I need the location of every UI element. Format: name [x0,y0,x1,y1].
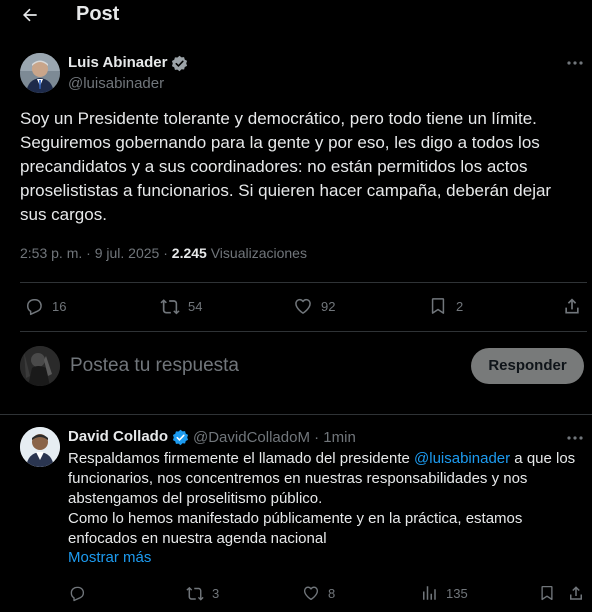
views-icon [423,586,436,600]
meta-separator: · [86,245,91,261]
share-button[interactable] [562,296,582,316]
verified-badge-icon [171,55,188,72]
reply-text-part: Respaldamos firmemente el llamado del pr… [68,450,415,467]
reply-count: 16 [52,298,67,314]
reply-icon [70,586,85,602]
show-more-link[interactable]: Mostrar más [68,549,151,566]
share-icon [565,298,579,314]
post-text: Soy un Presidente tolerante y democrátic… [20,109,552,224]
bookmark-count: 2 [456,298,464,314]
reply-action-bar: 3 8 135 [0,582,592,604]
reply-text-part: Como lo hemos manifestado públicamente y… [68,510,523,547]
meta-separator: · [314,429,320,446]
reply-author-name[interactable]: David Collado [68,428,168,445]
author-handle[interactable]: @luisabinader [68,75,164,92]
reply-handle[interactable]: @DavidColladoM [193,429,310,446]
post-time[interactable]: 2:53 p. m. [20,245,82,261]
post-date[interactable]: 9 jul. 2025 [95,245,160,261]
author-name[interactable]: Luis Abinader [68,54,167,71]
avatar[interactable] [20,53,60,93]
bookmark-icon [431,298,445,314]
bookmark-button[interactable]: 2 [428,296,463,316]
more-icon[interactable] [566,56,584,70]
meta-separator: · [163,245,168,261]
bookmark-icon [541,585,553,601]
reply-button[interactable] [68,584,94,602]
verified-badge-icon [172,429,189,446]
like-icon [303,586,319,601]
repost-button[interactable]: 3 [186,584,219,602]
reply-text: Respaldamos firmemente el llamado del pr… [68,449,580,549]
like-button[interactable]: 92 [293,296,335,316]
share-button[interactable] [567,584,585,602]
divider [0,414,592,415]
reply-submit-button[interactable]: Responder [471,348,584,384]
avatar[interactable] [20,427,60,467]
reply-icon [27,299,42,316]
more-icon[interactable] [566,431,584,445]
bookmark-button[interactable] [538,584,556,602]
like-count: 8 [328,585,336,601]
page-title: Post [76,3,120,25]
reply-input[interactable]: Postea tu respuesta [70,355,239,377]
repost-count: 3 [212,585,220,601]
top-bar: Post [0,0,592,30]
reply-author-handle: @DavidColladoM · 1min [193,429,356,446]
repost-button[interactable]: 54 [160,296,202,316]
share-icon [570,586,582,600]
divider [20,331,587,332]
post-action-bar: 16 54 92 2 [0,293,592,319]
views-count: 135 [446,585,468,601]
repost-icon [160,299,180,315]
like-button[interactable]: 8 [302,584,335,602]
divider [20,282,587,283]
post-meta: 2:53 p. m. · 9 jul. 2025 · 2.245 Visuali… [20,245,307,261]
like-count: 92 [321,298,336,314]
reply-button[interactable]: 16 [24,296,66,316]
back-arrow-icon[interactable] [20,5,40,25]
like-icon [295,298,311,314]
views-button[interactable]: 135 [420,584,468,602]
avatar[interactable] [20,346,60,386]
reply-time[interactable]: 1min [323,429,356,446]
repost-count: 54 [188,298,203,314]
repost-icon [186,586,204,601]
views-count: 2.245 [171,245,207,261]
mention-link[interactable]: @luisabinader [414,450,510,467]
views-label: Visualizaciones [210,245,307,261]
